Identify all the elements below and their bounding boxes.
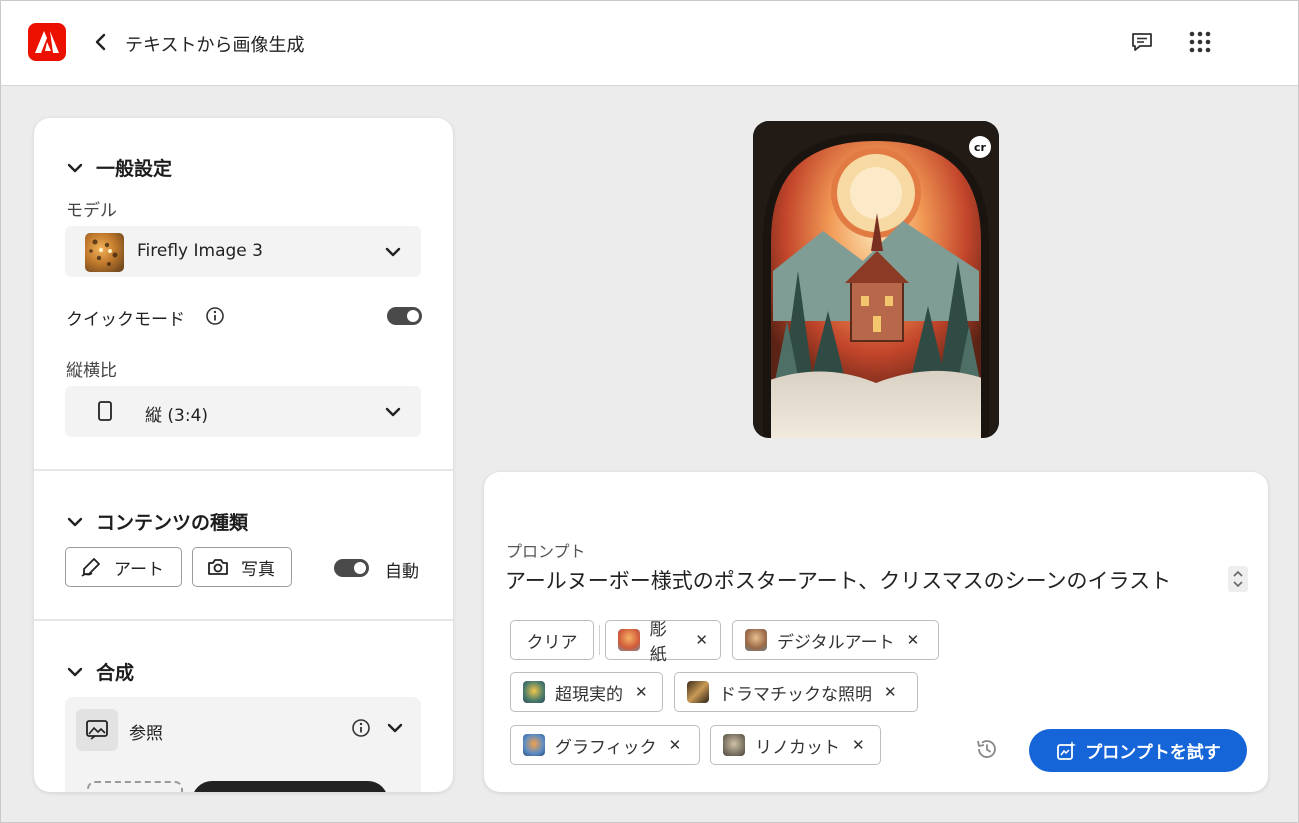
upload-dropzone[interactable] — [87, 781, 183, 792]
try-prompt-label: プロンプトを試す — [1085, 743, 1221, 763]
reference-label: 参照 — [129, 724, 163, 744]
close-icon[interactable]: ✕ — [635, 683, 648, 701]
photo-label: 写真 — [241, 559, 275, 580]
quick-mode-toggle[interactable] — [387, 307, 422, 325]
general-settings-title: 一般設定 — [96, 158, 173, 180]
chevron-down-icon — [67, 163, 83, 172]
style-chip[interactable]: デジタルアート ✕ — [732, 620, 939, 660]
reference-image-icon — [76, 709, 118, 751]
balloon-thumbnail-icon — [687, 681, 709, 703]
style-chip[interactable]: 超現実的 ✕ — [510, 672, 663, 712]
close-icon[interactable]: ✕ — [884, 683, 897, 701]
info-icon[interactable] — [205, 306, 225, 326]
aspect-ratio-select[interactable]: 縦 (3:4) — [65, 386, 421, 437]
generated-image — [753, 121, 999, 438]
style-chip[interactable]: グラフィック ✕ — [510, 725, 700, 765]
chevron-down-icon — [385, 247, 401, 257]
close-icon[interactable]: ✕ — [852, 736, 865, 754]
portrait-icon — [98, 401, 112, 421]
general-settings-header[interactable]: 一般設定 — [66, 154, 172, 181]
style-chip[interactable]: ドラマチックな照明 ✕ — [674, 672, 918, 712]
adobe-logo-icon[interactable] — [28, 23, 66, 61]
balloon-thumbnail-icon — [523, 681, 545, 703]
model-label: モデル — [66, 201, 117, 221]
model-select[interactable]: Firefly Image 3 — [65, 226, 421, 277]
aspect-ratio-label: 縦横比 — [66, 361, 117, 381]
generated-image-preview[interactable]: cr — [753, 121, 999, 438]
app-window: テキストから画像生成 一般設定 モデル Firefly Image 3 クイック… — [0, 0, 1299, 823]
clear-button[interactable]: クリア — [510, 620, 594, 660]
reference-card: 参照 — [65, 697, 421, 792]
upload-image-button[interactable] — [192, 781, 388, 792]
try-prompt-button[interactable]: プロンプトを試す — [1029, 729, 1247, 772]
settings-panel: 一般設定 モデル Firefly Image 3 クイックモード 縦横比 縦 (… — [34, 118, 453, 792]
brush-icon — [81, 558, 100, 577]
chevron-down-icon — [67, 517, 83, 526]
close-icon[interactable]: ✕ — [669, 736, 682, 754]
clear-label: クリア — [526, 632, 578, 653]
chevron-down-icon[interactable] — [385, 718, 405, 738]
art-label: アート — [114, 559, 164, 580]
history-icon[interactable] — [975, 737, 999, 761]
balloon-thumbnail-icon — [618, 629, 640, 651]
chip-label: 超現実的 — [555, 684, 623, 705]
page-title: テキストから画像生成 — [125, 35, 305, 56]
balloon-thumbnail-icon — [523, 734, 545, 756]
balloon-thumbnail-icon — [723, 734, 745, 756]
back-chevron-icon[interactable] — [89, 29, 111, 55]
chip-divider — [599, 625, 600, 655]
camera-icon — [208, 559, 228, 575]
content-type-header[interactable]: コンテンツの種類 — [66, 508, 248, 535]
top-header: テキストから画像生成 — [1, 1, 1298, 86]
section-divider — [34, 619, 453, 621]
chevron-down-icon — [67, 667, 83, 676]
prompt-scroll-stepper[interactable] — [1228, 566, 1248, 592]
content-type-title: コンテンツの種類 — [96, 512, 249, 534]
info-icon[interactable] — [351, 718, 371, 738]
composition-title: 合成 — [96, 662, 135, 684]
section-divider — [34, 469, 453, 471]
chip-label: グラフィック — [555, 737, 657, 758]
close-icon[interactable]: ✕ — [907, 631, 920, 649]
balloon-thumbnail-icon — [745, 629, 767, 651]
close-icon[interactable]: ✕ — [695, 631, 708, 649]
quick-mode-label: クイックモード — [66, 310, 185, 330]
model-value: Firefly Image 3 — [137, 241, 263, 261]
model-thumbnail — [85, 233, 124, 272]
art-button[interactable]: アート — [65, 547, 182, 587]
prompt-label: プロンプト — [506, 542, 586, 561]
style-chip[interactable]: 彫紙 ✕ — [605, 620, 721, 665]
apps-grid-icon[interactable] — [1185, 27, 1215, 57]
sparkle-image-icon — [1057, 740, 1077, 760]
chevron-down-icon — [385, 407, 401, 417]
content-credentials-badge[interactable]: cr — [969, 136, 991, 158]
chip-label: ドラマチックな照明 — [719, 684, 872, 705]
aspect-ratio-value: 縦 (3:4) — [145, 406, 209, 426]
chip-label: リノカット — [755, 737, 840, 758]
photo-button[interactable]: 写真 — [192, 547, 292, 587]
auto-label: 自動 — [385, 562, 419, 582]
chip-label: デジタルアート — [777, 632, 895, 653]
feedback-icon[interactable] — [1127, 27, 1157, 57]
style-chip[interactable]: リノカット ✕ — [710, 725, 881, 765]
composition-header[interactable]: 合成 — [66, 658, 134, 685]
chip-label: 彫紙 — [649, 620, 667, 665]
prompt-input[interactable]: アールヌーボー様式のポスターアート、クリスマスのシーンのイラスト — [505, 565, 1171, 595]
prompt-panel: プロンプト アールヌーボー様式のポスターアート、クリスマスのシーンのイラスト ク… — [484, 472, 1268, 792]
auto-toggle[interactable] — [334, 559, 369, 577]
